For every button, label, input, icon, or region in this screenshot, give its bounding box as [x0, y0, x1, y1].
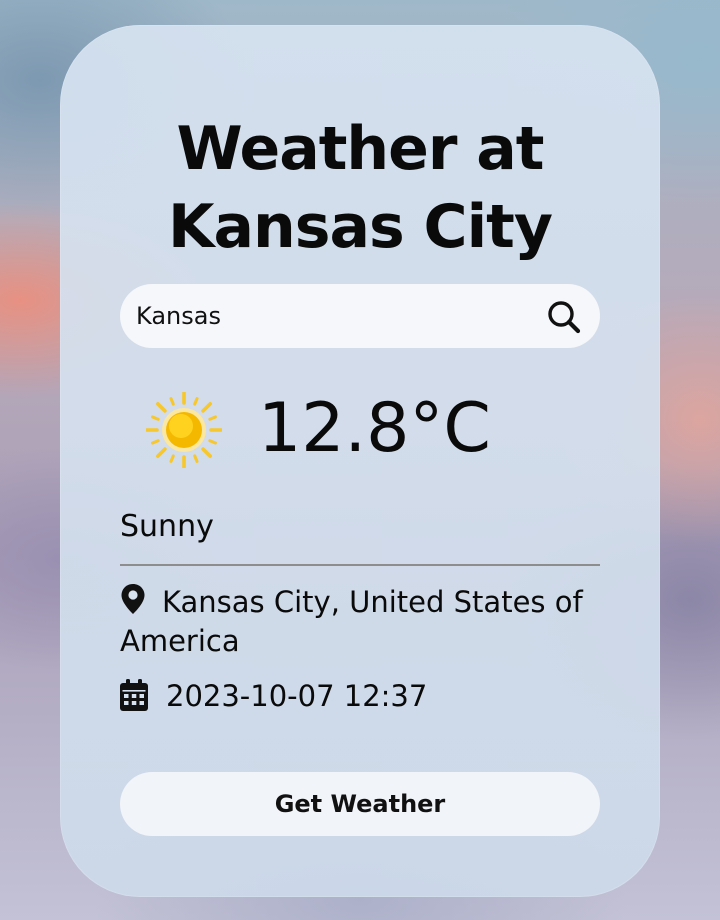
sun-highlight [169, 414, 193, 438]
datetime-text: 2023-10-07 12:37 [166, 679, 428, 713]
sun-ray [208, 439, 217, 445]
datetime-row: 2023-10-07 12:37 [120, 675, 427, 717]
location-text: Kansas City, United States of America [120, 585, 583, 658]
sun-ray [156, 402, 167, 413]
sun-ray [208, 415, 217, 421]
sun-ray [151, 415, 160, 421]
sun-ray [151, 439, 160, 445]
title-line-1: Weather at [176, 114, 545, 184]
sun-ray [193, 454, 199, 463]
sun-ray [156, 447, 167, 458]
search-button[interactable] [544, 298, 584, 334]
sun-icon [146, 392, 222, 468]
sun-ray [193, 397, 199, 406]
page-title: Weather at Kansas City [60, 110, 660, 266]
search-bar [120, 284, 600, 348]
divider [120, 564, 600, 566]
weather-card: Weather at Kansas City 12.8°C Sunny Kans… [60, 25, 660, 897]
sun-ray [201, 402, 212, 413]
search-input[interactable] [136, 284, 536, 348]
calendar-icon [120, 679, 148, 711]
map-pin-icon [121, 584, 145, 614]
sun-ray [169, 397, 175, 406]
get-weather-button[interactable]: Get Weather [120, 772, 600, 836]
title-line-2: Kansas City [168, 192, 553, 262]
search-icon [548, 301, 581, 334]
sun-ray [201, 447, 212, 458]
location-row: Kansas City, United States of America [120, 583, 600, 661]
sun-ray [169, 454, 175, 463]
temperature-value: 12.8°C [258, 389, 491, 468]
weather-condition: Sunny [120, 509, 214, 544]
